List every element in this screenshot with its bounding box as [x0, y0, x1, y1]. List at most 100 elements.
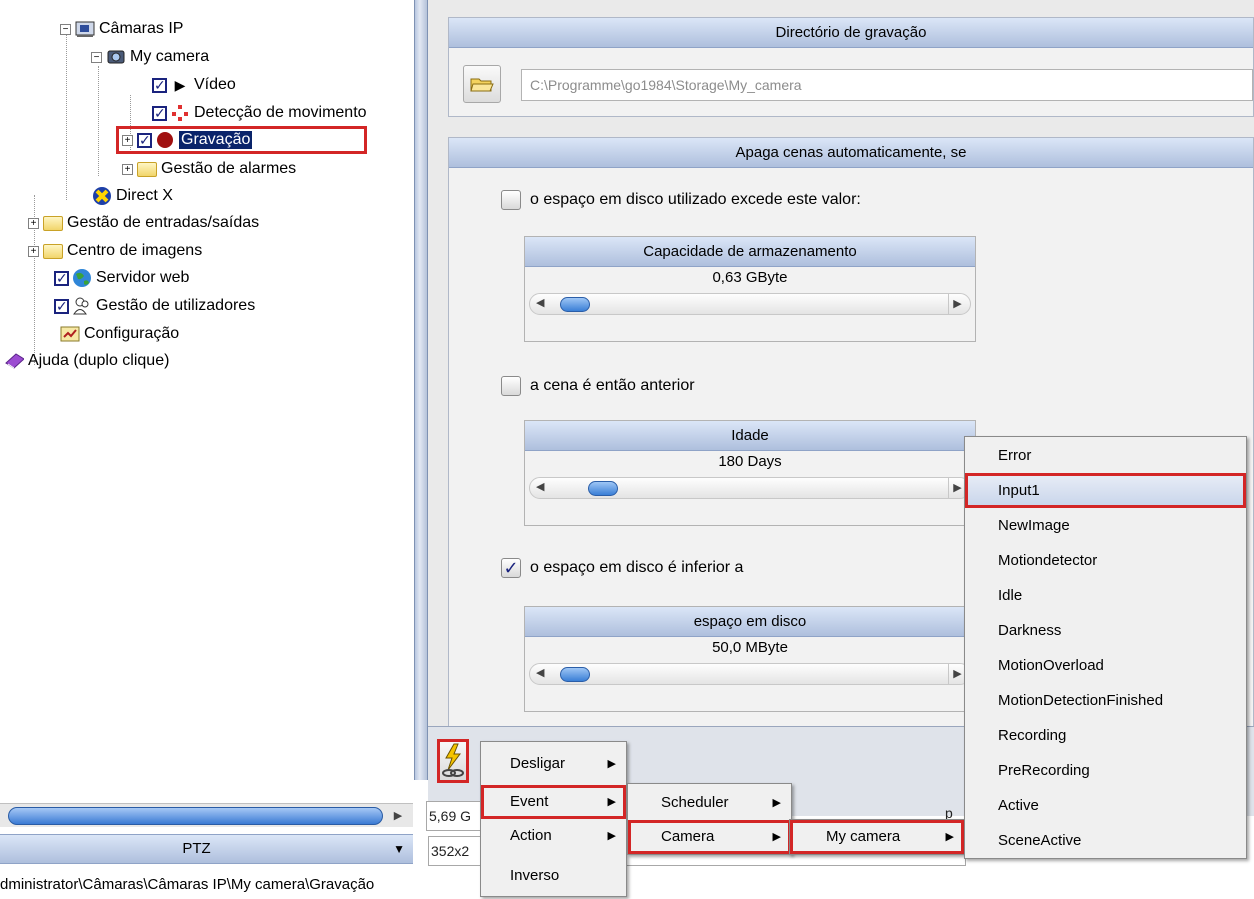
record-icon [155, 131, 175, 149]
expand-icon[interactable]: + [28, 217, 39, 229]
checkbox-checked-icon[interactable]: ✓ [54, 298, 69, 314]
resolution-cell: 352x2 [428, 836, 483, 866]
tree-item-direct-x[interactable]: Direct X [92, 184, 173, 208]
dropdown-arrow-icon[interactable]: ▼ [393, 835, 405, 863]
expand-icon[interactable]: + [122, 134, 133, 146]
context-menu-event-types: Error Input1 NewImage Motiondetector Idl… [964, 436, 1247, 859]
menu-item-camera[interactable]: Camera ▶ [628, 820, 791, 854]
browse-folder-button[interactable] [463, 65, 501, 103]
slider-left-arrow-icon[interactable]: ◀ [536, 666, 544, 679]
collapse-icon[interactable]: − [60, 23, 71, 35]
submenu-arrow-icon: ▶ [607, 796, 616, 808]
tree-item-image-center[interactable]: + Centro de imagens [28, 239, 202, 263]
slider-left-arrow-icon[interactable]: ◀ [536, 480, 544, 493]
camera-icon [106, 48, 126, 66]
config-window-icon [60, 325, 80, 343]
recording-directory-section: Directório de gravação C:\Programme\go19… [448, 17, 1254, 117]
checkbox-unchecked[interactable] [501, 190, 521, 210]
ptz-dropdown[interactable]: PTZ ▼ [0, 834, 413, 864]
info-cell: 5,69 G [426, 801, 481, 831]
slider-left-arrow-icon[interactable]: ◀ [536, 296, 544, 309]
menu-item-inverso[interactable]: Inverso [481, 859, 626, 893]
menu-item-motiondetector[interactable]: Motiondetector [965, 543, 1246, 578]
slider-right-arrow-icon[interactable]: ▶ [948, 294, 966, 314]
menu-item-desligar[interactable]: Desligar ▶ [481, 747, 626, 781]
menu-item-active[interactable]: Active [965, 788, 1246, 823]
option-free-disk-below[interactable]: ✓ o espaço em disco é inferior a [501, 558, 743, 578]
tree-item-help[interactable]: Ajuda (duplo clique) [4, 349, 169, 373]
tree-item-my-camera[interactable]: − My camera [91, 45, 209, 69]
expand-icon[interactable]: + [122, 163, 133, 175]
storage-capacity-slider[interactable]: ◀ ▶ [529, 293, 971, 315]
menu-item-prerecording[interactable]: PreRecording [965, 753, 1246, 788]
slider-thumb[interactable] [560, 297, 590, 312]
motion-detection-icon [170, 104, 190, 122]
checkbox-checked[interactable]: ✓ [501, 558, 521, 578]
tree-item-ip-cameras[interactable]: − Câmaras IP [60, 17, 183, 41]
help-book-icon [4, 352, 24, 370]
checkbox-checked-icon[interactable]: ✓ [152, 105, 167, 121]
recording-path-field[interactable]: C:\Programme\go1984\Storage\My_camera [521, 69, 1253, 101]
menu-item-event[interactable]: Event ▶ [481, 785, 626, 819]
context-menu-main: Desligar ▶ Event ▶ Action ▶ Inverso [480, 741, 627, 897]
collapse-icon[interactable]: − [91, 51, 102, 63]
status-path: dministrator\Câmaras\Câmaras IP\My camer… [0, 876, 375, 893]
play-icon: ▶ [174, 76, 186, 93]
menu-item-input1[interactable]: Input1 [965, 473, 1246, 508]
option-scene-older-than[interactable]: a cena é então anterior [501, 376, 695, 396]
event-action-button[interactable] [437, 739, 469, 783]
tree-item-motion-detection[interactable]: ✓ Detecção de movimento [152, 101, 367, 125]
tree-item-alarm-management[interactable]: + Gestão de alarmes [122, 157, 296, 181]
checkbox-checked-icon[interactable]: ✓ [152, 77, 167, 93]
menu-item-darkness[interactable]: Darkness [965, 613, 1246, 648]
menu-item-newimage[interactable]: NewImage [965, 508, 1246, 543]
menu-item-motiondetectionfinished[interactable]: MotionDetectionFinished [965, 683, 1246, 718]
expand-icon[interactable]: + [28, 245, 39, 257]
slider-thumb[interactable] [560, 667, 590, 682]
menu-item-recording[interactable]: Recording [965, 718, 1246, 753]
submenu-arrow-icon: ▶ [772, 797, 781, 809]
tree-item-video[interactable]: ✓ ▶ Vídeo [152, 73, 236, 97]
directx-icon [92, 187, 112, 205]
globe-icon [72, 269, 92, 287]
tree-item-user-management[interactable]: ✓ Gestão de utilizadores [54, 294, 255, 318]
section-header: Apaga cenas automaticamente, se [449, 138, 1253, 168]
folder-icon [137, 161, 157, 177]
disk-space-box: espaço em disco 50,0 MByte ◀ ▶ [524, 606, 976, 712]
scrollbar-thumb[interactable] [8, 807, 383, 825]
tree-item-configuration[interactable]: Configuração [60, 322, 179, 346]
menu-item-action[interactable]: Action ▶ [481, 819, 626, 853]
tree-horizontal-scrollbar[interactable]: ▶ [0, 803, 413, 827]
option-disk-used-exceeds[interactable]: o espaço em disco utilizado excede este … [501, 190, 861, 210]
menu-item-scheduler[interactable]: Scheduler ▶ [628, 786, 791, 820]
context-menu-camera: My camera ▶ [789, 819, 965, 855]
context-menu-event: Scheduler ▶ Camera ▶ [627, 783, 792, 855]
splitter[interactable] [414, 0, 428, 780]
folder-open-icon [470, 78, 494, 92]
menu-item-error[interactable]: Error [965, 438, 1246, 473]
checkbox-unchecked[interactable] [501, 376, 521, 396]
submenu-arrow-icon: ▶ [607, 758, 616, 770]
lightning-link-icon [442, 743, 464, 777]
scroll-right-arrow-icon[interactable]: ▶ [389, 807, 407, 825]
tree-item-recording[interactable]: + ✓ Gravação [116, 126, 367, 154]
age-slider[interactable]: ◀ ▶ [529, 477, 971, 499]
slider-thumb[interactable] [588, 481, 618, 496]
disk-space-slider[interactable]: ◀ ▶ [529, 663, 971, 685]
submenu-arrow-icon: ▶ [772, 831, 781, 843]
section-header: Directório de gravação [449, 18, 1253, 48]
navigation-tree: − Câmaras IP − My camera ✓ ▶ Vídeo ✓ Det… [0, 0, 414, 800]
submenu-arrow-icon: ▶ [607, 830, 616, 842]
tree-item-io-management[interactable]: + Gestão de entradas/saídas [28, 211, 259, 235]
menu-item-idle[interactable]: Idle [965, 578, 1246, 613]
menu-item-sceneactive[interactable]: SceneActive [965, 823, 1246, 858]
tree-item-web-server[interactable]: ✓ Servidor web [54, 266, 189, 290]
storage-capacity-box: Capacidade de armazenamento 0,63 GByte ◀… [524, 236, 976, 342]
network-camera-icon [75, 20, 95, 38]
folder-icon [43, 243, 63, 259]
submenu-arrow-icon: ▶ [945, 831, 954, 843]
checkbox-checked-icon[interactable]: ✓ [137, 132, 152, 148]
menu-item-my-camera[interactable]: My camera ▶ [790, 820, 964, 854]
menu-item-motionoverload[interactable]: MotionOverload [965, 648, 1246, 683]
checkbox-checked-icon[interactable]: ✓ [54, 270, 69, 286]
